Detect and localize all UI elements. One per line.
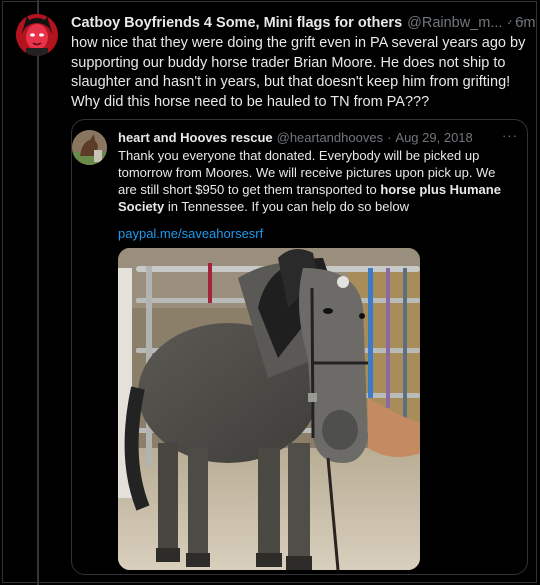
more-options-icon[interactable]: ··· — [508, 12, 526, 30]
quoted-author-name[interactable]: heart and Hooves rescue — [118, 130, 273, 146]
quoted-date[interactable]: Aug 29, 2018 — [395, 130, 472, 146]
quoted-more-options-icon[interactable]: ··· — [502, 128, 518, 144]
paypal-link[interactable]: paypal.me/saveahorsesrf — [118, 225, 263, 242]
avatar-red-face-icon — [16, 14, 58, 56]
gray-horse-photo — [118, 248, 420, 570]
tweet-text: how nice that they were doing the grift … — [71, 35, 526, 110]
horse-photo[interactable] — [118, 248, 420, 570]
quoted-tweet[interactable]: heart and Hooves rescue @heartandhooves … — [71, 119, 528, 575]
avatar-horse-icon — [72, 130, 107, 165]
thread-line — [37, 0, 39, 585]
quoted-text: Thank you everyone that donated. Everybo… — [118, 147, 513, 215]
author-avatar[interactable] — [16, 14, 58, 56]
quoted-author-handle[interactable]: @heartandhooves — [277, 130, 383, 146]
quoted-header: heart and Hooves rescue @heartandhooves … — [118, 128, 518, 146]
author-name[interactable]: Catboy Boyfriends 4 Some, Mini flags for… — [71, 14, 402, 32]
quoted-author-avatar[interactable] — [72, 130, 107, 165]
author-handle[interactable]: @Rainbw_m... — [407, 14, 502, 32]
quoted-separator-dot: · — [387, 130, 392, 145]
tweet-header: Catboy Boyfriends 4 Some, Mini flags for… — [71, 12, 535, 32]
quoted-text-part2: in Tennessee. If you can help do so belo… — [164, 199, 410, 214]
